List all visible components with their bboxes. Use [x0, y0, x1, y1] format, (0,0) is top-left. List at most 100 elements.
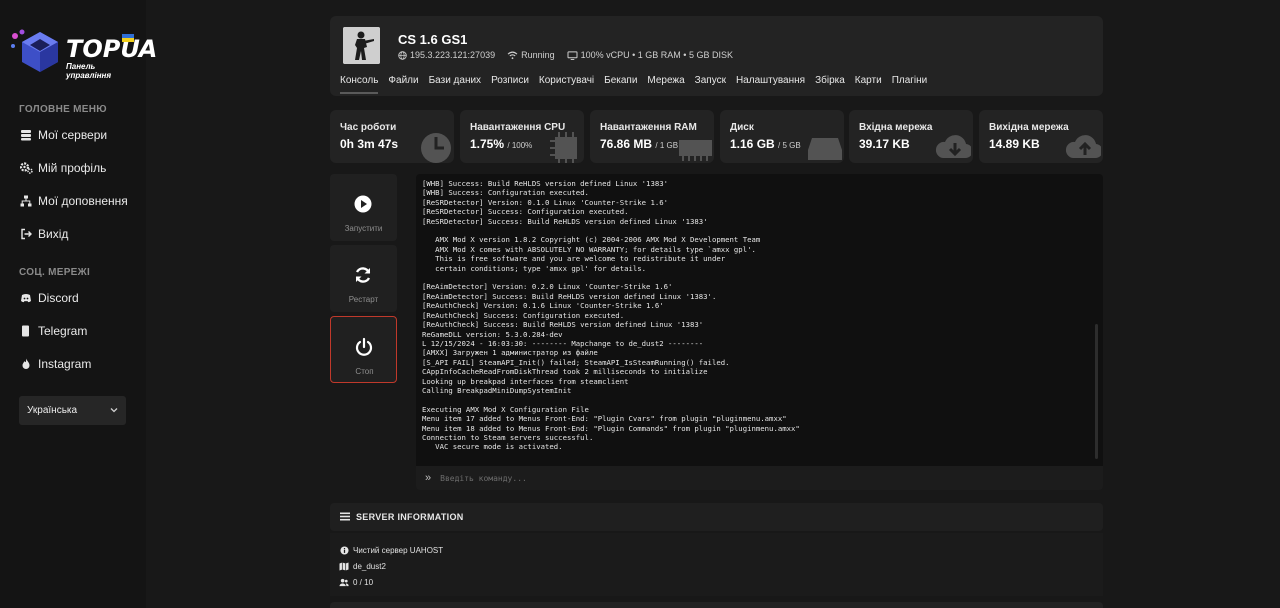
- stat-label: Час роботи: [340, 122, 397, 133]
- refresh-icon: [355, 267, 371, 283]
- stop-button[interactable]: Стоп: [330, 316, 397, 383]
- sitemap-icon: [19, 194, 33, 208]
- tab-schedules[interactable]: Розписи: [491, 75, 529, 94]
- map-icon: [339, 561, 349, 571]
- stat-label: Вихідна мережа: [989, 122, 1069, 133]
- server-address[interactable]: 195.3.223.121:27039: [398, 50, 495, 60]
- sidebar-item-label: Discord: [38, 291, 79, 305]
- brand-logo[interactable]: TOPUA Панель управління: [10, 28, 157, 80]
- next-panel-edge: [330, 602, 1103, 608]
- monitor-icon: [567, 50, 578, 60]
- memory-icon: [679, 140, 712, 161]
- play-circle-icon: [354, 195, 372, 213]
- sidebar-item-label: Мої доповнення: [38, 194, 128, 208]
- language-select[interactable]: Українська: [19, 396, 126, 425]
- sidebar-item-label: Telegram: [38, 324, 88, 338]
- stat-value: 76.86 MB / 1 GB: [600, 137, 678, 151]
- stat-label: Диск: [730, 122, 754, 133]
- sidebar-item-label: Мої сервери: [38, 128, 108, 142]
- chevrons-right-icon: »: [425, 472, 432, 484]
- stat-uptime: Час роботи 0h 3m 47s: [330, 110, 454, 163]
- social-heading: СОЦ. МЕРЕЖІ: [19, 267, 91, 278]
- server-meta: 195.3.223.121:27039 Running 100% vCPU • …: [398, 50, 733, 60]
- server-status-text: Running: [521, 50, 555, 60]
- stat-ram: Навантаження RAM 76.86 MB / 1 GB: [590, 110, 714, 163]
- stat-value: 0h 3m 47s: [340, 137, 398, 151]
- console-text: [WHB] Success: Build ReHLDS version defi…: [422, 179, 800, 452]
- command-input[interactable]: [440, 473, 1041, 483]
- server-icon: [19, 128, 33, 142]
- wifi-icon: [507, 51, 518, 59]
- server-info-body: Чистий сервер UAHOST de_dust2 0 / 10: [330, 533, 1103, 596]
- main-menu-heading: ГОЛОВНЕ МЕНЮ: [19, 104, 107, 115]
- server-address-text: 195.3.223.121:27039: [410, 50, 496, 60]
- tab-startup[interactable]: Запуск: [695, 75, 726, 94]
- language-value: Українська: [27, 405, 78, 416]
- tab-settings[interactable]: Налаштування: [736, 75, 805, 94]
- power-icon: [355, 337, 373, 356]
- tab-files[interactable]: Файли: [388, 75, 418, 94]
- stat-value-main: 76.86 MB: [600, 137, 653, 151]
- telegram-icon: [19, 324, 33, 338]
- tab-build[interactable]: Збірка: [815, 75, 845, 94]
- sidebar-item-instagram[interactable]: Instagram: [19, 354, 91, 374]
- globe-icon: [398, 50, 407, 60]
- command-bar: »: [416, 466, 1103, 490]
- stat-value: 1.75% / 100%: [470, 137, 532, 151]
- start-button[interactable]: Запустити: [330, 174, 397, 241]
- start-label: Запустити: [344, 224, 383, 233]
- stat-disk: Диск 1.16 GB / 5 GB: [720, 110, 844, 163]
- tab-plugins[interactable]: Плагіни: [892, 75, 928, 94]
- stat-value-main: 1.16 GB: [730, 137, 775, 151]
- sign-out-icon: [19, 227, 33, 241]
- sidebar: TOPUA Панель управління ГОЛОВНЕ МЕНЮ Мої…: [0, 0, 157, 608]
- tab-maps[interactable]: Карти: [855, 75, 882, 94]
- cloud-upload-icon: [1065, 135, 1101, 159]
- tab-users[interactable]: Користувачі: [539, 75, 594, 94]
- sidebar-item-discord[interactable]: Discord: [19, 288, 79, 308]
- counter-strike-soldier-icon: [343, 27, 380, 64]
- server-tabs: Консоль Файли Бази даних Розписи Користу…: [340, 75, 927, 94]
- server-map: de_dust2: [353, 561, 386, 571]
- server-map-row: de_dust2: [339, 561, 386, 571]
- stat-value: 1.16 GB / 5 GB: [730, 137, 801, 151]
- info-circle-icon: [339, 545, 349, 555]
- stat-value: 39.17 KB: [859, 137, 910, 151]
- server-info-title: SERVER INFORMATION: [356, 512, 464, 522]
- logo-cubes-icon: [11, 29, 58, 72]
- stat-limit: / 5 GB: [778, 141, 801, 150]
- console-output[interactable]: [WHB] Success: Build ReHLDS version defi…: [416, 174, 1103, 466]
- game-thumbnail: [343, 27, 380, 64]
- tab-console[interactable]: Консоль: [340, 75, 379, 94]
- sidebar-item-label: Мій профіль: [38, 161, 107, 175]
- sidebar-item-my-addons[interactable]: Мої доповнення: [19, 191, 128, 211]
- sidebar-item-label: Instagram: [38, 357, 92, 371]
- server-players: 0 / 10: [353, 577, 374, 587]
- cpu-icon: [550, 132, 577, 163]
- stop-label: Стоп: [355, 367, 374, 376]
- brand-name: TOPUA: [66, 35, 158, 63]
- server-description-row: Чистий сервер UAHOST: [339, 545, 443, 555]
- console-scrollbar[interactable]: [1095, 324, 1098, 459]
- stat-value-main: 1.75%: [470, 137, 505, 151]
- restart-label: Рестарт: [348, 295, 379, 304]
- instagram-icon: [19, 357, 33, 371]
- sidebar-item-my-profile[interactable]: Мій профіль: [19, 158, 106, 178]
- server-info-header: SERVER INFORMATION: [330, 503, 1103, 531]
- sidebar-item-my-servers[interactable]: Мої сервери: [19, 125, 107, 145]
- server-resources-text: 100% vCPU • 1 GB RAM • 5 GB DISK: [580, 50, 733, 60]
- chevron-down-icon: [110, 405, 118, 416]
- stat-value-main: 39.17 KB: [859, 137, 910, 151]
- list-icon: [340, 512, 350, 523]
- sidebar-item-logout[interactable]: Вихід: [19, 224, 68, 244]
- sidebar-item-telegram[interactable]: Telegram: [19, 321, 87, 341]
- tab-databases[interactable]: Бази даних: [429, 75, 481, 94]
- stat-value-main: 14.89 KB: [989, 137, 1040, 151]
- server-header: CS 1.6 GS1 195.3.223.121:27039 Running 1…: [330, 16, 1103, 96]
- restart-button[interactable]: Рестарт: [330, 245, 397, 312]
- cloud-download-icon: [935, 135, 971, 159]
- tab-network[interactable]: Мережа: [647, 75, 684, 94]
- gears-icon: [19, 161, 33, 175]
- tab-backups[interactable]: Бекапи: [604, 75, 637, 94]
- server-resources: 100% vCPU • 1 GB RAM • 5 GB DISK: [567, 50, 733, 60]
